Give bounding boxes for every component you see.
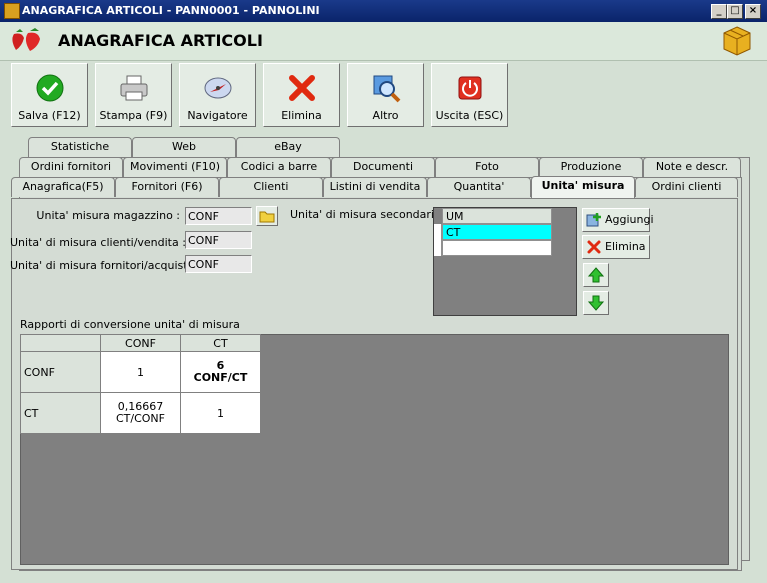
arrow-down-icon	[587, 295, 605, 311]
strawberry-icon	[8, 28, 48, 54]
secondary-um-list[interactable]: UM CT	[433, 207, 577, 316]
column-header: CONF	[100, 334, 181, 352]
um-clienti-field[interactable]: CONF	[185, 231, 252, 249]
conversion-cell[interactable]: 0,16667 CT/CONF	[100, 392, 181, 434]
tab-movimenti[interactable]: Movimenti (F10)	[123, 157, 227, 177]
folder-icon	[259, 211, 275, 223]
tab-anagrafica[interactable]: Anagrafica(F5)	[11, 177, 115, 197]
app-header: ANAGRAFICA ARTICOLI	[0, 22, 767, 61]
list-item[interactable]: CT	[442, 224, 552, 240]
package-icon	[722, 25, 752, 57]
checkmark-icon	[34, 72, 66, 104]
browse-button[interactable]	[256, 206, 278, 226]
tab-codici-a-barre[interactable]: Codici a barre	[227, 157, 331, 177]
um-secondarie-label: Unita' di misura secondarie :	[290, 208, 448, 221]
tab-listini-di-vendita[interactable]: Listini di vendita	[323, 177, 427, 197]
um-magazzino-field[interactable]: CONF	[185, 207, 252, 225]
compass-icon	[202, 72, 234, 104]
corner-cell	[20, 334, 101, 352]
tab-documenti[interactable]: Documenti	[331, 157, 435, 177]
tab-fornitori[interactable]: Fornitori (F6)	[115, 177, 219, 197]
tab-ordini-clienti[interactable]: Ordini clienti	[635, 177, 738, 197]
window-title: ANAGRAFICA ARTICOLI - PANN0001 - PANNOLI…	[22, 4, 320, 17]
power-icon	[454, 72, 486, 104]
um-fornitori-field[interactable]: CONF	[185, 255, 252, 273]
conversion-caption: Rapporti di conversione unita' di misura	[20, 318, 240, 331]
other-label: Altro	[372, 109, 399, 122]
minimize-button[interactable]: _	[711, 4, 727, 19]
exit-button[interactable]: Uscita (ESC)	[431, 63, 508, 127]
conversion-cell[interactable]: 6 CONF/CT	[180, 351, 261, 393]
conversion-cell[interactable]: 1	[180, 392, 261, 434]
save-label: Salva (F12)	[18, 109, 81, 122]
navigator-button[interactable]: Navigatore	[179, 63, 256, 127]
tab-unita-misura[interactable]: Unita' misura	[531, 176, 635, 198]
add-um-button[interactable]: Aggiungi	[582, 208, 654, 232]
save-button[interactable]: Salva (F12)	[11, 63, 88, 127]
magnifier-icon	[370, 72, 402, 104]
other-button[interactable]: Altro	[347, 63, 424, 127]
list-header: UM	[442, 208, 552, 224]
um-fornitori-label: Unita' di misura fornitori/acquisto :	[10, 259, 202, 272]
arrow-up-icon	[587, 267, 605, 283]
tab-statistiche[interactable]: Statistiche	[28, 137, 132, 157]
title-bar: ANAGRAFICA ARTICOLI - PANN0001 - PANNOLI…	[0, 0, 767, 22]
um-magazzino-label: Unita' misura magazzino :	[36, 209, 180, 222]
um-clienti-label: Unita' di misura clienti/vendita :	[10, 236, 186, 249]
row-selector	[434, 224, 442, 256]
print-label: Stampa (F9)	[99, 109, 168, 122]
row-header: CONF	[20, 351, 101, 393]
tab-ebay[interactable]: eBay	[236, 137, 340, 157]
conversion-table: CONF CT CONF 1 6 CONF/CT CT 0,16667 CT/C…	[20, 334, 261, 434]
tab-web[interactable]: Web	[132, 137, 236, 157]
delete-label: Elimina	[605, 240, 646, 253]
app-icon	[4, 3, 20, 19]
delete-um-button[interactable]: Elimina	[582, 235, 650, 259]
tab-ordini-fornitori[interactable]: Ordini fornitori	[19, 157, 123, 177]
move-down-button[interactable]	[583, 291, 609, 315]
navigator-label: Navigatore	[187, 109, 248, 122]
tab-produzione[interactable]: Produzione	[539, 157, 643, 177]
conversion-cell[interactable]: 1	[100, 351, 181, 393]
tab-quantita[interactable]: Quantita'	[427, 177, 531, 197]
printer-icon	[118, 72, 150, 104]
delete-button[interactable]: Elimina	[263, 63, 340, 127]
tab-note-descr[interactable]: Note e descr.	[643, 157, 741, 177]
delete-label: Elimina	[281, 109, 322, 122]
close-button[interactable]: ×	[745, 4, 761, 19]
list-item[interactable]	[442, 240, 552, 256]
row-header: CT	[20, 392, 101, 434]
cross-icon	[286, 72, 318, 104]
move-up-button[interactable]	[583, 263, 609, 287]
exit-label: Uscita (ESC)	[435, 109, 504, 122]
print-button[interactable]: Stampa (F9)	[95, 63, 172, 127]
column-header: CT	[180, 334, 261, 352]
page-title: ANAGRAFICA ARTICOLI	[58, 31, 263, 50]
maximize-button[interactable]: □	[727, 4, 743, 19]
tab-foto[interactable]: Foto	[435, 157, 539, 177]
tab-clienti[interactable]: Clienti	[219, 177, 323, 197]
add-icon	[586, 212, 602, 236]
add-label: Aggiungi	[605, 213, 654, 226]
cross-icon	[586, 239, 602, 263]
